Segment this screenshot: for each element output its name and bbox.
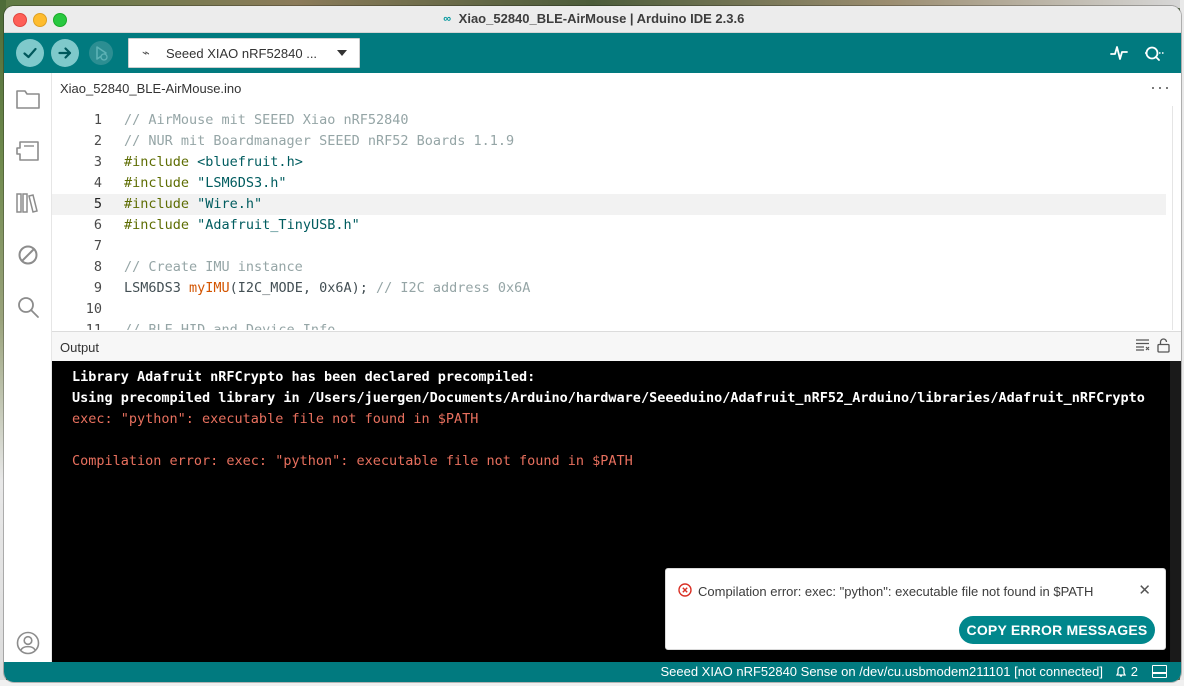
code-text: // NUR mit Boardmanager SEEED nRF52 Boar… (124, 133, 515, 149)
account-button[interactable] (14, 629, 42, 657)
toolbar: ⌁ Seeed XIAO nRF52840 ... (4, 33, 1181, 73)
include-keyword: #include (124, 217, 190, 233)
bell-icon (1116, 666, 1127, 677)
line-number: 6 (93, 217, 102, 233)
output-panel-header: Output (52, 331, 1181, 362)
chevron-down-icon (337, 50, 347, 56)
left-sidebar (4, 73, 52, 663)
close-icon[interactable]: ✕ (1138, 581, 1151, 599)
code-editor[interactable]: 1 // AirMouse mit SEEED Xiao nRF52840 2 //… (52, 106, 1181, 330)
code-text: // BLE HID and Device Info (124, 322, 336, 330)
clear-output-button[interactable] (1135, 338, 1151, 354)
debug-icon (89, 41, 113, 65)
editor-scrollbar[interactable] (1172, 106, 1173, 330)
serial-monitor-icon (1145, 46, 1165, 61)
output-line: Library Adafruit nRFCrypto has been decl… (72, 369, 536, 385)
line-number: 1 (93, 112, 102, 128)
editor-tab-bar: Xiao_52840_BLE-AirMouse.ino ··· (52, 73, 1181, 107)
title-bar: ∞ Xiao_52840_BLE-AirMouse | Arduino IDE 2… (4, 6, 1181, 33)
code-line: 7 (52, 236, 1166, 257)
serial-monitor-button[interactable] (1141, 39, 1169, 67)
code-line: 1 // AirMouse mit SEEED Xiao nRF52840 (52, 110, 1166, 131)
window-title-text: Xiao_52840_BLE-AirMouse | Arduino IDE 2.… (458, 11, 745, 26)
notification-message: Compilation error: exec: "python": execu… (698, 584, 1094, 599)
include-path: "LSM6DS3.h" (189, 175, 287, 191)
line-number: 10 (85, 301, 102, 317)
line-number: 5 (93, 196, 102, 212)
scroll-lock-button[interactable] (1157, 338, 1173, 354)
line-number: 8 (93, 259, 102, 275)
serial-plotter-icon (1110, 46, 1128, 60)
inline-comment: // I2C address 0x6A (375, 280, 531, 296)
usb-icon: ⌁ (142, 45, 150, 60)
debug-panel-button[interactable] (14, 241, 42, 269)
code-line: 4 #include "LSM6DS3.h" (52, 173, 1166, 194)
arduino-logo-icon: ∞ (443, 13, 452, 25)
verify-icon (23, 47, 37, 59)
notifications-button[interactable]: 2 (1115, 664, 1138, 679)
output-scrollbar[interactable] (1170, 361, 1181, 662)
output-error-line: Compilation error: exec: "python": execu… (72, 453, 633, 469)
output-line: Using precompiled library in /Users/juer… (72, 390, 1145, 406)
upload-button[interactable] (51, 39, 79, 67)
type-name: LSM6DS3 (124, 280, 190, 296)
upload-icon (58, 47, 72, 59)
code-line: 8 // Create IMU instance (52, 257, 1166, 278)
more-options-icon[interactable]: ··· (1150, 77, 1171, 98)
window-title: ∞ Xiao_52840_BLE-AirMouse | Arduino IDE 2… (4, 11, 1181, 26)
error-circle-icon (678, 583, 692, 597)
code-line: 9 LSM6DS3 myIMU(I2C_MODE, 0x6A); // I2C a… (52, 278, 1166, 299)
code-line: 11 // BLE HID and Device Info (52, 320, 1166, 330)
sketchbook-icon (16, 90, 40, 109)
line-number: 2 (93, 133, 102, 149)
include-keyword: #include (124, 154, 190, 170)
code-line-current: 5 #include "Wire.h" (52, 194, 1166, 215)
boards-manager-icon (16, 141, 39, 161)
status-bar: Seeed XIAO nRF52840 Sense on /dev/cu.usb… (4, 662, 1181, 682)
include-path: "Adafruit_TinyUSB.h" (189, 217, 360, 233)
line-number: 4 (93, 175, 102, 191)
tab-sketch-file[interactable]: Xiao_52840_BLE-AirMouse.ino (60, 81, 241, 96)
arduino-ide-window: ∞ Xiao_52840_BLE-AirMouse | Arduino IDE 2… (4, 6, 1181, 682)
error-notification: Compilation error: exec: "python": execu… (665, 568, 1166, 650)
output-error-line: exec: "python": executable file not foun… (72, 411, 479, 427)
line-number: 3 (93, 154, 102, 170)
include-keyword: #include (124, 175, 190, 191)
board-status[interactable]: Seeed XIAO nRF52840 Sense on /dev/cu.usb… (660, 664, 1103, 679)
search-button[interactable] (14, 293, 42, 321)
boards-manager-button[interactable] (14, 137, 42, 165)
identifier: myIMU (189, 280, 230, 296)
serial-plotter-button[interactable] (1105, 39, 1133, 67)
call-args: (I2C_MODE, 0x6A); (229, 280, 376, 296)
verify-button[interactable] (16, 39, 44, 67)
board-selector-label: Seeed XIAO nRF52840 ... (166, 45, 318, 61)
output-panel-title: Output (60, 340, 100, 355)
line-number: 7 (93, 238, 102, 254)
code-line: 10 (52, 299, 1166, 320)
board-selector[interactable]: ⌁ Seeed XIAO nRF52840 ... (128, 38, 360, 68)
account-icon (16, 631, 40, 655)
line-number: 11 (85, 322, 102, 330)
debug-button[interactable] (87, 39, 115, 67)
search-icon (18, 297, 39, 318)
code-text: // Create IMU instance (124, 259, 303, 275)
notification-count: 2 (1130, 664, 1138, 679)
code-line: 3 #include <bluefruit.h> (52, 152, 1166, 173)
code-line: 2 // NUR mit Boardmanager SEEED nRF52 Boa… (52, 131, 1166, 152)
library-manager-icon (16, 193, 38, 213)
line-number: 9 (93, 280, 102, 296)
clear-output-icon (1136, 339, 1150, 351)
code-line: 6 #include "Adafruit_TinyUSB.h" (52, 215, 1166, 236)
include-path: <bluefruit.h> (189, 154, 303, 170)
include-path: "Wire.h" (189, 196, 263, 212)
sketchbook-button[interactable] (14, 85, 42, 113)
library-manager-button[interactable] (14, 189, 42, 217)
code-text: // AirMouse mit SEEED Xiao nRF52840 (124, 112, 409, 128)
debug-disabled-icon (18, 245, 38, 265)
include-keyword: #include (124, 196, 190, 212)
lock-open-icon (1157, 338, 1170, 353)
toggle-panel-icon[interactable] (1152, 665, 1167, 678)
copy-error-messages-button[interactable]: COPY ERROR MESSAGES (959, 616, 1155, 644)
